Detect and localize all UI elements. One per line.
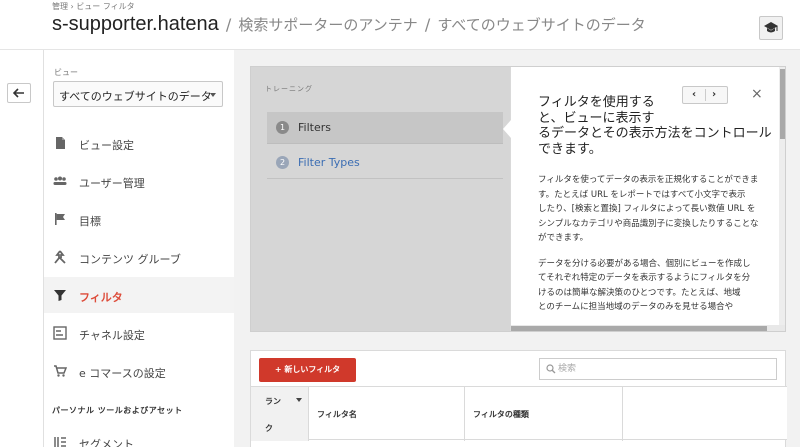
column-label: フィルタ名 bbox=[317, 410, 357, 419]
title-separator: / bbox=[225, 15, 232, 34]
graduation-cap-icon bbox=[764, 22, 778, 33]
sidebar-item-segments[interactable]: セグメント bbox=[44, 424, 234, 447]
main-content: トレーニング 1 Filters 2 Filter Types フィルタを使用す… bbox=[234, 50, 800, 447]
tip-pager: ‹ › bbox=[682, 86, 728, 104]
column-rank-label: ラン bbox=[265, 397, 281, 406]
training-pointer bbox=[503, 120, 511, 138]
sidebar-item-label: セグメント bbox=[79, 438, 134, 447]
prev-button[interactable]: ‹ bbox=[692, 89, 696, 100]
left-rail bbox=[0, 50, 44, 447]
tip-title-line: フィルタを使用する bbox=[538, 95, 655, 110]
analytics-admin-page: 管理 › ビュー フィルタ s-supporter.hatena / 検索サポー… bbox=[0, 0, 800, 447]
sidebar-item-label: チャネル設定 bbox=[79, 329, 145, 342]
step-number: 1 bbox=[276, 121, 289, 134]
search-input[interactable] bbox=[558, 361, 768, 377]
scrollbar-thumb[interactable] bbox=[780, 69, 785, 139]
sidebar-item-goals[interactable]: 目標 bbox=[44, 201, 234, 237]
tip-title-line: と、ビューに表示す bbox=[538, 110, 655, 126]
column-rank-label: ク bbox=[265, 424, 273, 433]
column-extra bbox=[623, 387, 787, 441]
sidebar-item-label: ビュー設定 bbox=[79, 139, 134, 152]
users-icon bbox=[53, 176, 67, 185]
tip-body-line: したり、[検索と置換] フィルタによって長い数値 URL を bbox=[538, 204, 756, 214]
sidebar-item-channel-settings[interactable]: チャネル設定 bbox=[44, 315, 234, 351]
sidebar-item-ecommerce-settings[interactable]: e コマースの設定 bbox=[44, 353, 234, 389]
training-step-filter-types[interactable]: 2 Filter Types bbox=[267, 147, 503, 179]
training-tip: フィルタを使用する と、ビューに表示す るデータとその表示方法をコントロール で… bbox=[511, 67, 785, 331]
breadcrumb[interactable]: 管理 › ビュー フィルタ bbox=[52, 1, 135, 12]
training-label: トレーニング bbox=[265, 85, 313, 93]
cart-icon bbox=[54, 365, 67, 377]
tip-horizontal-scrollbar[interactable] bbox=[511, 325, 785, 331]
sidebar-item-label: コンテンツ グルーブ bbox=[79, 253, 181, 266]
next-button[interactable]: › bbox=[712, 89, 716, 100]
academy-button[interactable] bbox=[759, 16, 783, 40]
account-name[interactable]: s-supporter.hatena bbox=[52, 13, 219, 35]
tip-vertical-scrollbar[interactable] bbox=[779, 67, 785, 325]
page-title: s-supporter.hatena / 検索サポーターのアンテナ / すべての… bbox=[52, 13, 646, 36]
training-step-filters[interactable]: 1 Filters bbox=[267, 112, 503, 144]
caret-down-icon bbox=[210, 93, 216, 97]
property-name[interactable]: 検索サポーターのアンテナ bbox=[238, 16, 417, 34]
arrow-left-icon bbox=[13, 88, 24, 98]
tip-body-line: とのチームに担当地域のデータのみを見せる場合や bbox=[538, 302, 734, 312]
training-panel: トレーニング 1 Filters 2 Filter Types フィルタを使用す… bbox=[250, 66, 786, 332]
close-button[interactable]: × bbox=[751, 86, 763, 102]
column-label: フィルタの種類 bbox=[473, 410, 529, 419]
view-name[interactable]: すべてのウェブサイトのデータ bbox=[437, 16, 645, 34]
segment-icon bbox=[54, 437, 66, 447]
search-icon bbox=[546, 364, 556, 374]
sidebar-item-label: フィルタ bbox=[79, 291, 123, 304]
tip-body-line: す。たとえば URL をレポートではすべて小文字で表示 bbox=[538, 189, 746, 200]
step-label: Filters bbox=[298, 121, 331, 134]
view-selector[interactable]: すべてのウェブサイトのデータ bbox=[53, 81, 223, 107]
view-sidebar: ビュー すべてのウェブサイトのデータ ビュー設定 ユーザー管理 目標 コンテンツ… bbox=[44, 50, 240, 447]
search-box[interactable] bbox=[539, 358, 777, 380]
scrollbar-thumb[interactable] bbox=[511, 326, 767, 331]
training-steps: トレーニング 1 Filters 2 Filter Types bbox=[251, 67, 511, 331]
content-group-icon bbox=[54, 250, 66, 264]
sort-desc-icon bbox=[296, 398, 302, 402]
tip-body-line: データを分ける必要がある場合、個別にビューを作成し bbox=[538, 258, 751, 269]
new-filter-button[interactable]: + 新しいフィルタ bbox=[259, 358, 356, 382]
sidebar-item-content-grouping[interactable]: コンテンツ グルーブ bbox=[44, 239, 234, 275]
filter-icon bbox=[54, 290, 66, 301]
sidebar-item-filters[interactable]: フィルタ bbox=[44, 277, 240, 313]
sidebar-item-label: ユーザー管理 bbox=[79, 177, 145, 190]
sidebar-item-view-settings[interactable]: ビュー設定 bbox=[44, 125, 234, 161]
flag-icon bbox=[55, 213, 65, 225]
tip-body-line: フィルタを使ってデータの表示を正規化することができま bbox=[538, 175, 759, 185]
sidebar-item-user-management[interactable]: ユーザー管理 bbox=[44, 163, 234, 199]
document-icon bbox=[56, 137, 65, 149]
step-label: Filter Types bbox=[298, 156, 360, 169]
filters-table-panel: + 新しいフィルタ ラン ク フィルタ名 フィルタの種類 bbox=[250, 350, 787, 447]
tip-body-line: ができます。 bbox=[538, 233, 589, 243]
column-rank[interactable]: ラン ク bbox=[251, 387, 309, 441]
view-selector-value: すべてのウェブサイトのデータ bbox=[59, 90, 212, 103]
table-header: ラン ク フィルタ名 フィルタの種類 bbox=[251, 386, 787, 441]
personal-tools-heading: パーソナル ツールおよびアセット bbox=[52, 406, 183, 415]
tip-body: フィルタを使ってデータの表示を正規化することができま す。たとえば URL をレ… bbox=[538, 173, 783, 315]
tip-body-line: けるのは簡単な解決策のひとつです。たとえば、地域 bbox=[538, 287, 741, 298]
sidebar-item-label: e コマースの設定 bbox=[79, 367, 166, 380]
column-filter-type[interactable]: フィルタの種類 bbox=[465, 387, 623, 441]
tip-title: フィルタを使用する と、ビューに表示す るデータとその表示方法をコントロール で… bbox=[538, 95, 783, 157]
tip-title-line: できます。 bbox=[538, 141, 602, 157]
view-label: ビュー bbox=[54, 68, 78, 77]
tip-title-line: るデータとその表示方法をコントロール bbox=[538, 126, 772, 141]
page-header: 管理 › ビュー フィルタ s-supporter.hatena / 検索サポー… bbox=[0, 0, 800, 50]
step-number: 2 bbox=[276, 156, 289, 169]
channel-icon bbox=[53, 326, 67, 340]
title-separator: / bbox=[424, 15, 431, 34]
pager-divider bbox=[705, 89, 706, 101]
sidebar-item-label: 目標 bbox=[79, 215, 101, 228]
tip-body-line: てそれぞれ特定のデータを表示するようにフィルタを分 bbox=[538, 273, 751, 283]
tip-body-line: シンプルなカテゴリや商品識別子に変換したりすることな bbox=[538, 218, 759, 229]
column-filter-name[interactable]: フィルタ名 bbox=[309, 387, 465, 441]
collapse-button[interactable] bbox=[7, 83, 31, 103]
